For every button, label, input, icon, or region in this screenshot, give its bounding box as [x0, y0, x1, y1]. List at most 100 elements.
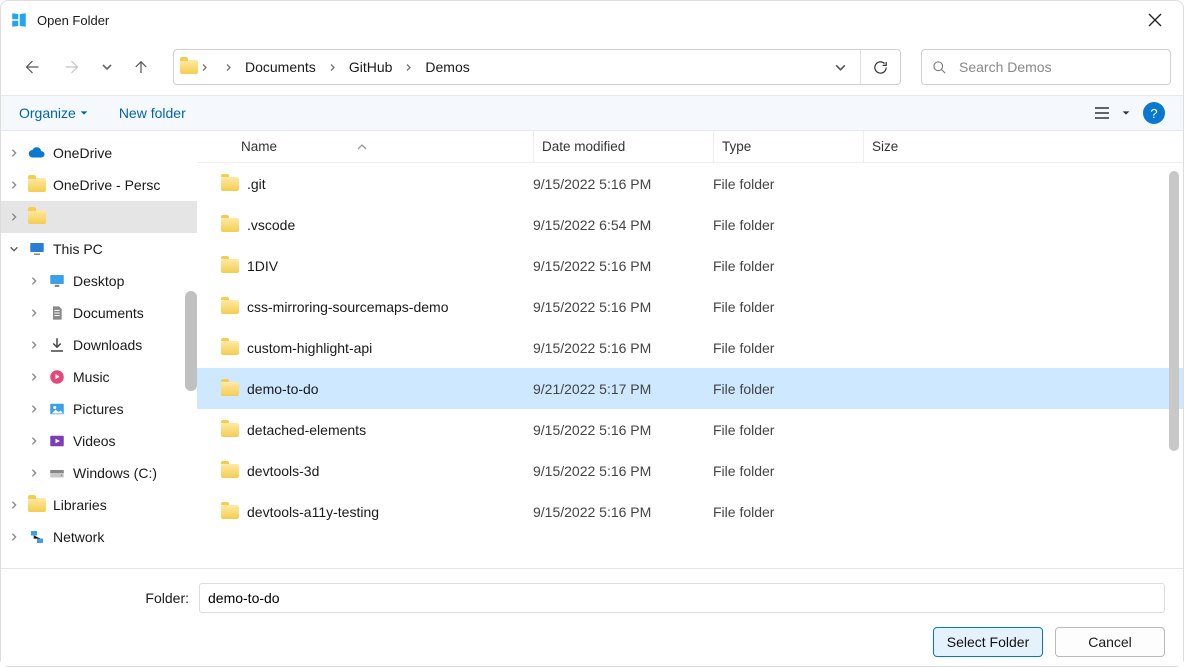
file-row[interactable]: 1DIV9/15/2022 5:16 PMFile folder — [197, 245, 1183, 286]
expand-icon[interactable] — [9, 148, 25, 158]
file-row[interactable]: demo-to-do9/21/2022 5:17 PMFile folder — [197, 368, 1183, 409]
recent-locations-button[interactable] — [97, 49, 117, 85]
sidebar-item[interactable]: Videos — [1, 425, 197, 457]
sidebar-item-label: This PC — [53, 241, 103, 257]
list-scrollbar[interactable] — [1169, 171, 1179, 451]
file-name: .git — [247, 176, 266, 192]
search-box[interactable] — [921, 49, 1171, 85]
file-type: File folder — [713, 504, 863, 520]
desktop-icon — [48, 272, 66, 290]
file-type: File folder — [713, 422, 863, 438]
file-row[interactable]: custom-highlight-api9/15/2022 5:16 PMFil… — [197, 327, 1183, 368]
sidebar-item-label: Libraries — [53, 497, 107, 513]
address-folder-icon[interactable] — [174, 60, 214, 74]
expand-icon[interactable] — [29, 372, 45, 382]
file-row[interactable]: .vscode9/15/2022 6:54 PMFile folder — [197, 204, 1183, 245]
music-icon — [48, 368, 66, 386]
up-button[interactable] — [123, 49, 159, 85]
file-type: File folder — [713, 381, 863, 397]
file-row[interactable]: css-mirroring-sourcemaps-demo 9/15/2022 5… — [197, 286, 1183, 327]
column-date-label: Date modified — [542, 139, 625, 154]
file-date: 9/15/2022 5:16 PM — [533, 176, 713, 192]
file-date: 9/15/2022 5:16 PM — [533, 504, 713, 520]
expand-icon[interactable] — [29, 436, 45, 446]
organize-label: Organize — [19, 105, 76, 121]
address-history-button[interactable] — [820, 50, 860, 84]
sidebar-item[interactable]: Network — [1, 521, 197, 553]
refresh-button[interactable] — [860, 50, 900, 84]
folder-icon — [221, 382, 239, 396]
folder-icon — [28, 176, 46, 194]
crumb-demos[interactable]: Demos — [419, 55, 475, 79]
crumb-github[interactable]: GitHub — [343, 55, 399, 79]
file-row[interactable]: devtools-a11y-testing9/15/2022 5:16 PMFi… — [197, 491, 1183, 532]
folder-icon — [221, 423, 239, 437]
file-date: 9/15/2022 6:54 PM — [533, 217, 713, 233]
file-type: File folder — [713, 340, 863, 356]
folder-icon — [221, 218, 239, 232]
sidebar-item[interactable]: Pictures — [1, 393, 197, 425]
new-folder-button[interactable]: New folder — [119, 105, 186, 121]
folder-icon — [28, 208, 46, 226]
help-button[interactable]: ? — [1143, 102, 1165, 124]
folder-input[interactable] — [199, 583, 1165, 613]
cancel-button[interactable]: Cancel — [1055, 627, 1165, 657]
file-list-area: Name Date modified Type Size .git 9/15/20… — [197, 131, 1183, 568]
select-folder-button[interactable]: Select Folder — [933, 627, 1043, 657]
sidebar-item[interactable]: Desktop — [1, 265, 197, 297]
new-folder-label: New folder — [119, 105, 186, 121]
expand-icon[interactable] — [29, 308, 45, 318]
sidebar-item[interactable]: Documents — [1, 297, 197, 329]
file-name: demo-to-do — [247, 381, 319, 397]
expand-icon[interactable] — [9, 500, 25, 510]
toolbar: Organize New folder ? — [1, 95, 1183, 131]
column-name-label: Name — [241, 139, 277, 154]
expand-icon[interactable] — [29, 468, 45, 478]
sidebar-item[interactable]: Windows (C:) — [1, 457, 197, 489]
expand-icon[interactable] — [29, 276, 45, 286]
sidebar-item-label: OneDrive — [53, 145, 112, 161]
sort-indicator-icon — [357, 143, 367, 151]
file-date: 9/15/2022 5:16 PM — [533, 299, 713, 315]
sidebar-item[interactable]: Downloads — [1, 329, 197, 361]
sidebar-item[interactable]: Music — [1, 361, 197, 393]
sidebar-item[interactable]: This PC — [1, 233, 197, 265]
doc-icon — [48, 304, 66, 322]
column-name[interactable]: Name — [233, 139, 533, 154]
sidebar-item[interactable]: OneDrive - Persc — [1, 169, 197, 201]
sidebar-item[interactable] — [1, 201, 197, 233]
sidebar-item-label: Videos — [73, 433, 116, 449]
crumb-sep-icon[interactable] — [322, 63, 343, 72]
expand-icon[interactable] — [29, 404, 45, 414]
file-date: 9/15/2022 5:16 PM — [533, 463, 713, 479]
organize-button[interactable]: Organize — [19, 105, 89, 121]
column-size[interactable]: Size — [863, 131, 953, 162]
file-row[interactable]: .git9/15/2022 5:16 PMFile folder — [197, 163, 1183, 204]
file-row[interactable]: devtools-3d9/15/2022 5:16 PMFile folder — [197, 450, 1183, 491]
column-date[interactable]: Date modified — [533, 131, 713, 162]
sidebar-item[interactable]: Libraries — [1, 489, 197, 521]
sidebar-item-label: Downloads — [73, 337, 142, 353]
file-row[interactable]: detached-elements9/15/2022 5:16 PMFile f… — [197, 409, 1183, 450]
forward-button[interactable] — [55, 49, 91, 85]
column-type[interactable]: Type — [713, 131, 863, 162]
view-button[interactable] — [1087, 98, 1117, 128]
sidebar-scrollbar[interactable] — [185, 291, 197, 391]
expand-icon[interactable] — [29, 340, 45, 350]
search-input[interactable] — [957, 58, 1160, 76]
address-bar[interactable]: Documents GitHub Demos — [173, 49, 901, 85]
videos-icon — [48, 432, 66, 450]
file-name: css-mirroring-sourcemaps-demo — [247, 299, 449, 315]
view-dropdown[interactable] — [1117, 98, 1135, 128]
expand-icon[interactable] — [9, 180, 25, 190]
expand-icon[interactable] — [9, 212, 25, 222]
back-button[interactable] — [13, 49, 49, 85]
crumb-sep-icon[interactable] — [218, 63, 239, 72]
crumb-sep-icon[interactable] — [398, 63, 419, 72]
close-button[interactable] — [1135, 1, 1175, 39]
bottom-panel: Folder: Select Folder Cancel — [1, 568, 1183, 666]
expand-icon[interactable] — [9, 244, 25, 254]
sidebar-item[interactable]: OneDrive — [1, 137, 197, 169]
expand-icon[interactable] — [9, 532, 25, 542]
crumb-documents[interactable]: Documents — [239, 55, 322, 79]
